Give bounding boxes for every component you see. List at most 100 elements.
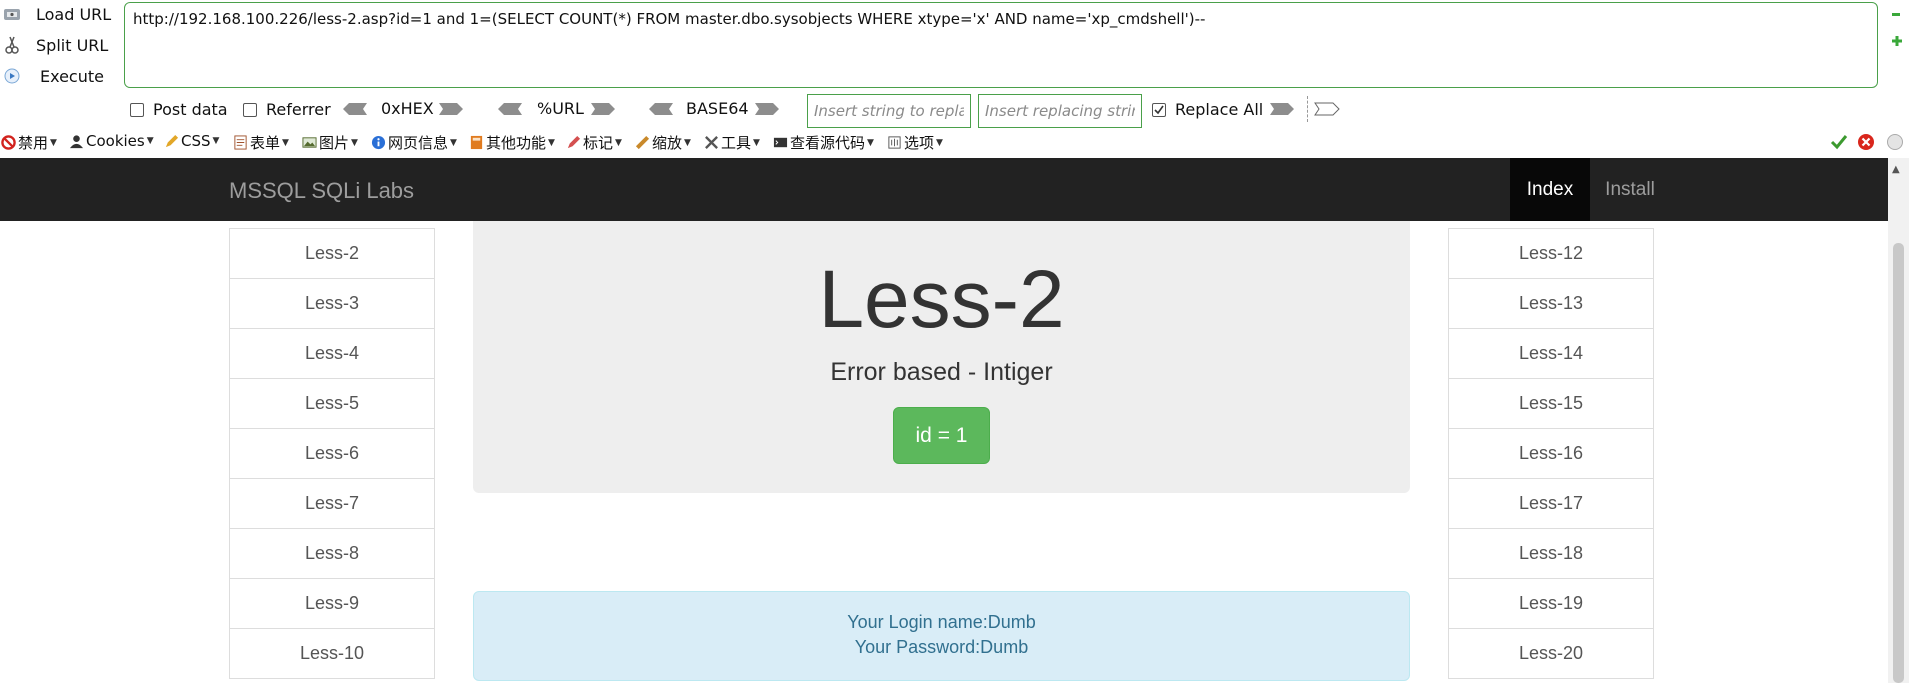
form-icon (232, 135, 248, 151)
split-url-label: Split URL (36, 35, 109, 55)
toolbar-images[interactable]: 图片 ▼ (301, 132, 358, 153)
base64-encode-arrow-icon[interactable] (753, 100, 781, 118)
site-brand[interactable]: MSSQL SQLi Labs (229, 178, 414, 204)
hex-encode-arrow-icon[interactable] (437, 100, 465, 118)
lesson-link[interactable]: Less-20 (1448, 628, 1654, 679)
base64-decode-arrow-icon[interactable] (647, 100, 675, 118)
hex-decode-arrow-icon[interactable] (341, 100, 369, 118)
replace-all-checkbox[interactable]: Replace All (1152, 100, 1263, 119)
lesson-link[interactable]: Less-8 (229, 528, 435, 579)
lesson-link[interactable]: Less-12 (1448, 228, 1654, 279)
lesson-title: Less-2 (818, 254, 1065, 345)
toolbar-tools-label: 工具 (721, 134, 752, 152)
toolbar-tools[interactable]: 工具 ▼ (703, 132, 760, 153)
replace-all-box[interactable] (1152, 102, 1166, 117)
toolbar-images-label: 图片 (319, 134, 350, 152)
lesson-link[interactable]: Less-4 (229, 328, 435, 379)
lesson-link[interactable]: Less-17 (1448, 478, 1654, 529)
lesson-link[interactable]: Less-18 (1448, 528, 1654, 579)
lesson-link[interactable]: Less-13 (1448, 278, 1654, 329)
toolbar-forms[interactable]: 表单 ▼ (232, 132, 289, 153)
lesson-link[interactable]: Less-19 (1448, 578, 1654, 629)
toolbar-view-source[interactable]: 查看源代码 ▼ (772, 132, 874, 153)
execute-button[interactable]: Execute (0, 64, 120, 88)
toolbar-css-label: CSS (181, 132, 211, 150)
id-parameter-button[interactable]: id = 1 (893, 407, 990, 464)
pencil-icon (163, 133, 179, 149)
site-navbar: MSSQL SQLi Labs Index Install (0, 158, 1888, 221)
lesson-link[interactable]: Less-15 (1448, 378, 1654, 429)
tools-icon (703, 135, 719, 151)
replace-once-arrow-icon[interactable] (1313, 100, 1341, 118)
left-lesson-list: Less-2 Less-3 Less-4 Less-5 Less-6 Less-… (229, 228, 435, 679)
toolbar-css[interactable]: CSS ▼ (163, 132, 219, 150)
nav-index-link[interactable]: Index (1510, 158, 1590, 221)
lesson-subtitle: Error based - Intiger (830, 358, 1053, 386)
toolbar-cookies-label: Cookies (86, 132, 145, 150)
password-text: Your Password:Dumb (854, 637, 1029, 657)
terminal-icon (772, 135, 788, 151)
referrer-checkbox[interactable]: Referrer (243, 100, 331, 119)
checkmark-icon (1154, 105, 1164, 114)
separator (1307, 96, 1308, 122)
hex-label: 0xHEX (381, 99, 434, 118)
lesson-link[interactable]: Less-16 (1448, 428, 1654, 479)
expand-icon[interactable] (1891, 32, 1902, 46)
toolbar-view-source-label: 查看源代码 (790, 134, 866, 152)
load-url-icon (2, 4, 22, 24)
chevron-down-icon: ▼ (212, 136, 220, 146)
url-decode-arrow-icon[interactable] (496, 100, 524, 118)
status-dot-icon[interactable] (1886, 133, 1904, 155)
hackbar-options-row: Post data Referrer 0xHEX %URL BASE64 Rep… (0, 92, 1909, 128)
page-scrollbar[interactable]: ▲ (1888, 158, 1909, 683)
image-icon (301, 135, 317, 151)
toolbar-disable-label: 禁用 (18, 134, 49, 152)
url-input[interactable]: http://192.168.100.226/less-2.asp?id=1 a… (124, 2, 1878, 88)
toolbar-outline-label: 标记 (583, 134, 614, 152)
split-url-button[interactable]: Split URL (0, 33, 120, 57)
webdev-toolbar: 禁用 ▼ Cookies ▼ CSS ▼ 表单 ▼ 图片 ▼ 网页信息 ▼ 其他功能 ▼ 标记… (0, 131, 1909, 155)
chevron-down-icon: ▼ (282, 137, 289, 148)
replace-arrow-icon[interactable] (1268, 100, 1296, 118)
chevron-down-icon: ▼ (351, 137, 358, 148)
toolbar-resize-label: 缩放 (652, 134, 683, 152)
lesson-link[interactable]: Less-3 (229, 278, 435, 329)
toolbar-misc[interactable]: 其他功能 ▼ (468, 132, 555, 153)
collapse-icon[interactable] (1891, 4, 1901, 16)
lesson-link[interactable]: Less-7 (229, 478, 435, 529)
toolbar-page-info[interactable]: 网页信息 ▼ (370, 132, 457, 153)
referrer-box[interactable] (243, 102, 257, 117)
validate-check-icon[interactable] (1830, 133, 1848, 155)
lesson-link[interactable]: Less-6 (229, 428, 435, 479)
load-url-button[interactable]: Load URL (0, 2, 120, 26)
toolbar-forms-label: 表单 (250, 134, 281, 152)
scroll-up-icon[interactable]: ▲ (1892, 164, 1900, 175)
url-encode-arrow-icon[interactable] (589, 100, 617, 118)
chevron-down-icon: ▼ (50, 137, 57, 148)
error-icon[interactable] (1857, 133, 1875, 155)
chevron-down-icon: ▼ (548, 137, 555, 148)
toolbar-cookies[interactable]: Cookies ▼ (68, 132, 154, 150)
chevron-down-icon: ▼ (753, 137, 760, 148)
toolbar-disable[interactable]: 禁用 ▼ (0, 132, 57, 153)
lesson-link[interactable]: Less-9 (229, 578, 435, 629)
nav-install-link[interactable]: Install (1592, 158, 1668, 221)
lesson-link[interactable]: Less-14 (1448, 328, 1654, 379)
scrollbar-thumb[interactable] (1893, 243, 1904, 683)
execute-icon (2, 66, 22, 86)
lesson-link[interactable]: Less-10 (229, 628, 435, 679)
lesson-jumbotron: Less-2 Error based - Intiger id = 1 (473, 221, 1410, 493)
book-icon (468, 135, 484, 151)
toolbar-resize[interactable]: 缩放 ▼ (634, 132, 691, 153)
toolbar-options[interactable]: 选项 ▼ (886, 132, 943, 153)
post-data-box[interactable] (130, 102, 144, 117)
info-icon (370, 135, 386, 151)
lesson-link[interactable]: Less-2 (229, 228, 435, 279)
toolbar-outline[interactable]: 标记 ▼ (565, 132, 622, 153)
replacing-string-input[interactable] (978, 94, 1142, 128)
lesson-link[interactable]: Less-5 (229, 378, 435, 429)
post-data-checkbox[interactable]: Post data (130, 100, 228, 119)
chevron-down-icon: ▼ (146, 136, 154, 146)
replace-string-input[interactable] (807, 94, 971, 128)
login-name-text: Your Login name:Dumb (847, 612, 1036, 632)
